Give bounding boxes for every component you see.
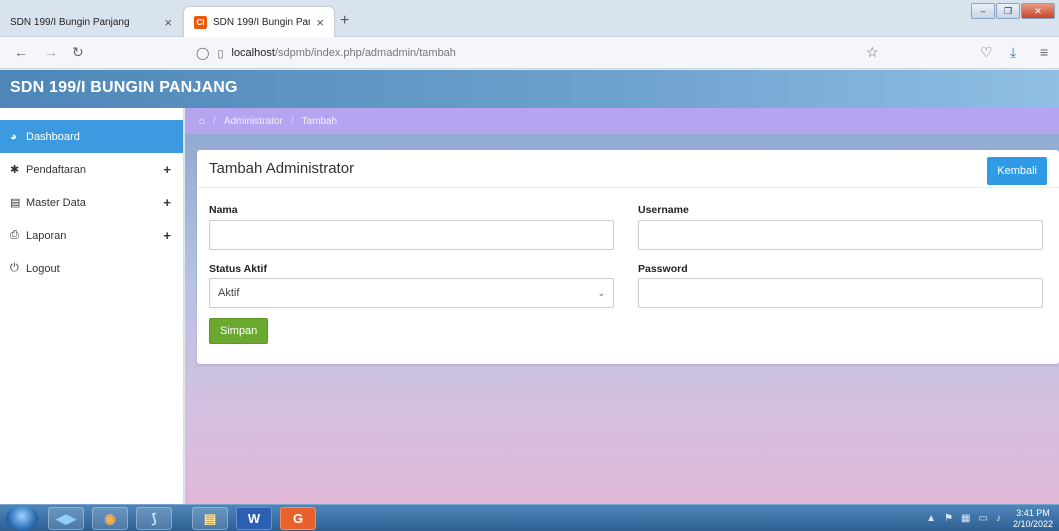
database-icon: ▤ xyxy=(10,197,21,209)
home-icon[interactable]: ⌂ xyxy=(199,116,205,127)
sidebar-item-pendaftaran[interactable]: ✱ Pendaftaran + xyxy=(0,153,183,186)
status-aktif-label: Status Aktif xyxy=(209,263,267,275)
form-card: Tambah Administrator Kembali Nama Userna… xyxy=(197,150,1059,364)
back-arrow-icon[interactable]: ← xyxy=(14,44,28,60)
sidebar-item-label: Dashboard xyxy=(26,130,80,143)
chevron-down-icon: ⌄ xyxy=(597,287,605,298)
expand-plus-icon[interactable]: + xyxy=(163,228,171,243)
taskbar-clock[interactable]: 3:41 PM 2/10/2022 xyxy=(1013,508,1053,530)
tab-close-icon[interactable]: × xyxy=(164,15,172,30)
status-aktif-value: Aktif xyxy=(218,287,240,299)
taskbar-word[interactable]: W xyxy=(236,507,272,530)
pocket-icon[interactable]: ♡ xyxy=(980,44,993,61)
sidebar-item-dashboard[interactable]: ◕ Dashboard xyxy=(0,120,183,153)
nama-label: Nama xyxy=(209,204,238,216)
close-window-button[interactable]: ✕ xyxy=(1021,3,1055,19)
browser-tab-1[interactable]: SDN 199/I Bungin Panjang × xyxy=(0,7,182,37)
app-header: SDN 199/I BUNGIN PANJANG xyxy=(0,70,1059,108)
new-tab-button[interactable]: + xyxy=(340,12,349,30)
save-button[interactable]: Simpan xyxy=(209,318,269,344)
system-tray: ▲ ⚑ ▦ ▭ ♪ 3:41 PM 2/10/2022 xyxy=(926,505,1059,531)
status-aktif-select[interactable]: Aktif ⌄ xyxy=(209,278,614,308)
start-button[interactable] xyxy=(6,506,38,531)
nama-input[interactable] xyxy=(209,220,614,250)
tray-arrow-icon[interactable]: ▲ xyxy=(926,513,936,524)
url-host: localhost xyxy=(231,47,275,59)
shield-icon: ◯ xyxy=(196,46,210,60)
taskbar-explorer[interactable]: ▤ xyxy=(192,507,228,530)
sidebar-item-logout[interactable]: ⏻ Logout xyxy=(0,252,183,285)
sidebar-item-label: Laporan xyxy=(26,229,67,242)
print-icon: ⎙ xyxy=(10,229,19,241)
brand-title[interactable]: SDN 199/I BUNGIN PANJANG xyxy=(10,79,238,97)
expand-plus-icon[interactable]: + xyxy=(163,162,171,177)
tab-close-icon[interactable]: × xyxy=(316,15,324,30)
tray-flag-icon[interactable]: ⚑ xyxy=(944,513,953,524)
taskbar-app-6[interactable]: G xyxy=(280,507,316,530)
expand-plus-icon[interactable]: + xyxy=(163,195,171,210)
breadcrumb: ⌂ / Administrator / Tambah xyxy=(185,108,1059,134)
maximize-button[interactable]: ❐ xyxy=(996,3,1020,19)
sidebar-item-label: Pendaftaran xyxy=(26,163,86,176)
sidebar-item-laporan[interactable]: ⎙ Laporan + xyxy=(0,219,183,252)
reload-icon[interactable]: ↻ xyxy=(72,44,84,61)
clock-time: 3:41 PM xyxy=(1016,507,1050,518)
tab-title: SDN 199/I Bungin Panjang xyxy=(10,16,130,28)
power-icon: ⏻ xyxy=(10,262,19,274)
taskbar-firefox[interactable]: ◉ xyxy=(92,507,128,530)
volume-icon[interactable]: ♪ xyxy=(996,513,1001,524)
download-icon[interactable]: ⤓ xyxy=(1010,44,1016,61)
dashboard-icon: ◕ xyxy=(10,130,17,143)
breadcrumb-separator: / xyxy=(290,115,294,127)
gear-icon: ✱ xyxy=(10,164,20,176)
page-title: Tambah Administrator xyxy=(209,160,355,177)
tray-network-icon[interactable]: ▦ xyxy=(961,513,970,524)
tab-title: SDN 199/I Bungin Panjang xyxy=(213,16,310,28)
browser-nav-bar: ← → ↻ ◯ ▯ localhost/sdpmb/index.php/adma… xyxy=(0,37,1059,69)
taskbar-app-3[interactable]: ⟆ xyxy=(136,507,172,530)
back-button[interactable]: Kembali xyxy=(987,157,1047,185)
bookmark-star-icon[interactable]: ☆ xyxy=(866,44,879,61)
tray-monitor-icon[interactable]: ▭ xyxy=(979,513,988,524)
breadcrumb-item-administrator[interactable]: Administrator xyxy=(224,116,283,127)
sidebar-item-label: Logout xyxy=(26,262,60,275)
taskbar-vscode[interactable]: ◀▶ xyxy=(48,507,84,530)
password-input[interactable] xyxy=(638,278,1043,308)
sidebar-item-master-data[interactable]: ▤ Master Data + xyxy=(0,186,183,219)
url-bar[interactable]: ◯ ▯ localhost/sdpmb/index.php/admadmin/t… xyxy=(190,41,890,65)
window-controls: – ❐ ✕ xyxy=(971,3,1055,19)
main-content: ⌂ / Administrator / Tambah Tambah Admini… xyxy=(185,108,1059,504)
sidebar-item-label: Master Data xyxy=(26,196,86,209)
menu-icon[interactable]: ≡ xyxy=(1040,44,1048,60)
url-path: /sdpmb/index.php/admadmin/tambah xyxy=(274,47,456,59)
browser-tab-2[interactable]: CI SDN 199/I Bungin Panjang × xyxy=(184,7,334,37)
forward-arrow-icon[interactable]: → xyxy=(44,44,58,60)
page-icon: ▯ xyxy=(217,47,224,60)
breadcrumb-separator: / xyxy=(213,115,216,127)
username-input[interactable] xyxy=(638,220,1043,250)
password-label: Password xyxy=(638,263,688,275)
sidebar: ◕ Dashboard ✱ Pendaftaran + ▤ Master Dat… xyxy=(0,108,184,504)
breadcrumb-item-tambah: Tambah xyxy=(301,115,338,127)
card-header: Tambah Administrator xyxy=(197,150,1059,188)
minimize-button[interactable]: – xyxy=(971,3,995,19)
windows-taskbar: ◀▶ ◉ ⟆ ▤ W G ▲ ⚑ ▦ ▭ ♪ 3:41 PM 2/10/2022 xyxy=(0,504,1059,531)
clock-date: 2/10/2022 xyxy=(1012,518,1053,529)
favicon-icon: CI xyxy=(194,15,207,29)
browser-tab-strip: SDN 199/I Bungin Panjang × CI SDN 199/I … xyxy=(0,0,1059,37)
username-label: Username xyxy=(638,204,689,216)
